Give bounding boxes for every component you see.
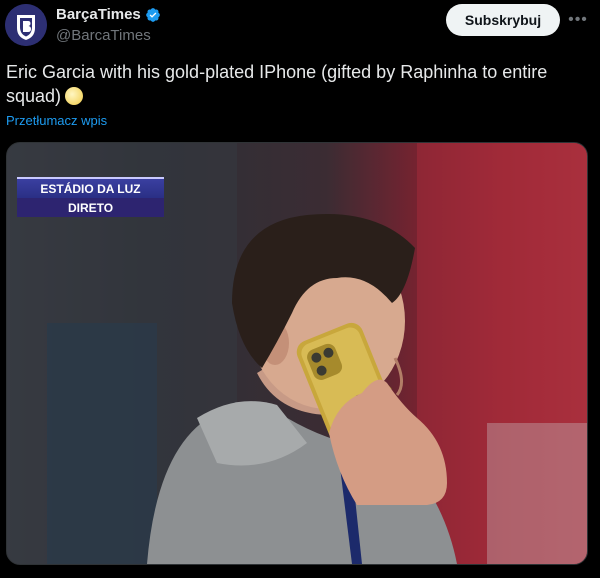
broadcast-overlay-title: ESTÁDIO DA LUZ	[17, 177, 164, 198]
author-name[interactable]: BarçaTimes	[56, 6, 161, 23]
barcatimes-logo-icon	[5, 4, 47, 46]
author-handle[interactable]: @BarcaTimes	[56, 27, 161, 44]
verified-badge-icon	[145, 7, 160, 22]
translate-link[interactable]: Przetłumacz wpis	[6, 113, 107, 128]
tweet-header: BarçaTimes @BarcaTimes Subskrybuj •••	[0, 0, 600, 52]
broadcast-overlay-subtitle: DIRETO	[17, 198, 164, 217]
more-dots-icon[interactable]: •••	[568, 10, 588, 30]
tweet-body: Eric Garcia with his gold-plated IPhone …	[6, 62, 548, 106]
avatar[interactable]	[5, 4, 47, 46]
subscribe-button[interactable]: Subskrybuj	[446, 4, 560, 36]
full-moon-emoji-icon	[65, 87, 84, 105]
tweet-media-image[interactable]: GARCIA 24 ESTÁDIO DA LUZ DIRETO	[6, 142, 588, 565]
tweet-text: Eric Garcia with his gold-plated IPhone …	[6, 60, 586, 108]
author-display-name[interactable]: BarçaTimes	[56, 6, 141, 23]
